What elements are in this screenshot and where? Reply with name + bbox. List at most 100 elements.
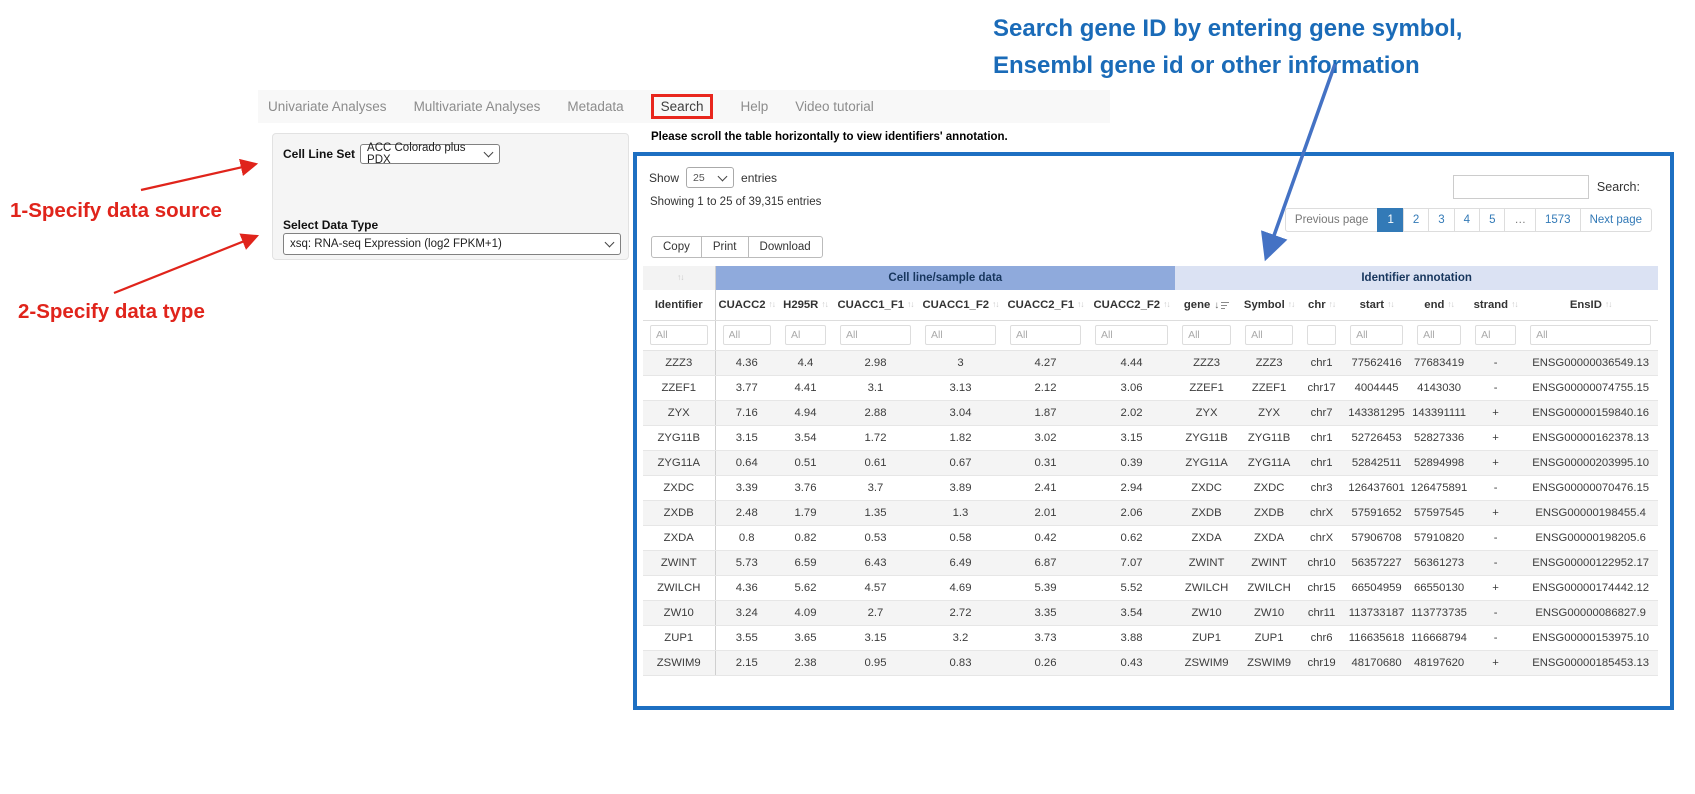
sort-icon: ↑↓ bbox=[1605, 299, 1612, 309]
column-header-identifier[interactable]: Identifier bbox=[643, 290, 715, 320]
show-label: Show bbox=[649, 171, 679, 185]
cell-cuacc2-f1: 3.35 bbox=[1003, 600, 1088, 625]
page-button-1573[interactable]: 1573 bbox=[1535, 208, 1581, 232]
column-header-cuacc2-f2[interactable]: CUACC2_F2↑↓ bbox=[1088, 290, 1175, 320]
cell-start: 57906708 bbox=[1343, 525, 1410, 550]
page-button-4[interactable]: 4 bbox=[1454, 208, 1480, 232]
cell-cuacc1-f2: 2.72 bbox=[918, 600, 1003, 625]
cell-symbol: ZYX bbox=[1238, 400, 1300, 425]
cell-identifier: ZSWIM9 bbox=[643, 650, 715, 675]
cell-cuacc1-f2: 6.49 bbox=[918, 550, 1003, 575]
cell-symbol: ZWILCH bbox=[1238, 575, 1300, 600]
cell-end: 52827336 bbox=[1410, 425, 1468, 450]
cell-cuacc2-f1: 6.87 bbox=[1003, 550, 1088, 575]
red-arrow-2 bbox=[114, 236, 257, 293]
cell-identifier: ZYG11A bbox=[643, 450, 715, 475]
page-length-control: Show 25 entries bbox=[649, 167, 777, 188]
cell-strand: + bbox=[1468, 575, 1523, 600]
filter-input-cuacc1-f1[interactable] bbox=[840, 325, 911, 345]
table-row: ZSWIM92.152.380.950.830.260.43ZSWIM9ZSWI… bbox=[643, 650, 1658, 675]
page-ellipsis[interactable]: … bbox=[1504, 208, 1536, 232]
page-button-5[interactable]: 5 bbox=[1479, 208, 1505, 232]
filter-input-chr[interactable] bbox=[1307, 325, 1336, 345]
cell-cuacc2-f1: 5.39 bbox=[1003, 575, 1088, 600]
print-button[interactable]: Print bbox=[701, 236, 749, 258]
blue-annotation-line1: Search gene ID by entering gene symbol, bbox=[993, 10, 1593, 47]
cell-cuacc2: 3.77 bbox=[715, 375, 778, 400]
nav-item-univariate-analyses[interactable]: Univariate Analyses bbox=[268, 99, 387, 114]
filter-input-start[interactable] bbox=[1350, 325, 1403, 345]
cell-cuacc2-f2: 7.07 bbox=[1088, 550, 1175, 575]
cell-chr: chr6 bbox=[1300, 625, 1343, 650]
page-button-2[interactable]: 2 bbox=[1403, 208, 1429, 232]
cell-h295r: 4.94 bbox=[778, 400, 833, 425]
cell-cuacc2: 4.36 bbox=[715, 575, 778, 600]
table-row: ZYX7.164.942.883.041.872.02ZYXZYXchr7143… bbox=[643, 400, 1658, 425]
cell-gene: ZZEF1 bbox=[1175, 375, 1238, 400]
page-button-1[interactable]: 1 bbox=[1377, 208, 1403, 232]
cell-symbol: ZW10 bbox=[1238, 600, 1300, 625]
export-button-group: CopyPrintDownload bbox=[651, 236, 823, 258]
column-header-cuacc1-f2[interactable]: CUACC1_F2↑↓ bbox=[918, 290, 1003, 320]
filter-input-cuacc2-f1[interactable] bbox=[1010, 325, 1081, 345]
cell-h295r: 5.62 bbox=[778, 575, 833, 600]
filter-input-gene[interactable] bbox=[1182, 325, 1231, 345]
next-page-button[interactable]: Next page bbox=[1580, 208, 1652, 232]
column-header-strand[interactable]: strand↑↓ bbox=[1468, 290, 1523, 320]
column-header-end[interactable]: end↑↓ bbox=[1410, 290, 1468, 320]
page-button-3[interactable]: 3 bbox=[1428, 208, 1454, 232]
nav-item-help[interactable]: Help bbox=[740, 99, 768, 114]
page-length-value: 25 bbox=[693, 172, 705, 184]
nav-item-search[interactable]: Search bbox=[651, 94, 714, 119]
nav-item-video-tutorial[interactable]: Video tutorial bbox=[795, 99, 874, 114]
cell-start: 126437601 bbox=[1343, 475, 1410, 500]
column-header-h295r[interactable]: H295R↑↓ bbox=[778, 290, 833, 320]
filter-input-strand[interactable] bbox=[1475, 325, 1516, 345]
cell-h295r: 4.41 bbox=[778, 375, 833, 400]
column-header-cuacc2[interactable]: CUACC2↑↓ bbox=[715, 290, 778, 320]
cell-ensid: ENSG00000162378.13 bbox=[1523, 425, 1658, 450]
filter-input-cuacc2[interactable] bbox=[723, 325, 772, 345]
red-arrow-1 bbox=[141, 164, 256, 190]
filter-input-identifier[interactable] bbox=[650, 325, 708, 345]
cell-h295r: 3.65 bbox=[778, 625, 833, 650]
previous-page-button[interactable]: Previous page bbox=[1285, 208, 1379, 232]
filter-input-symbol[interactable] bbox=[1245, 325, 1293, 345]
filter-cell bbox=[1410, 320, 1468, 350]
column-header-ensid[interactable]: EnsID↑↓ bbox=[1523, 290, 1658, 320]
filter-input-ensid[interactable] bbox=[1530, 325, 1651, 345]
filter-input-cuacc2-f2[interactable] bbox=[1095, 325, 1168, 345]
filter-input-end[interactable] bbox=[1417, 325, 1461, 345]
page-length-select[interactable]: 25 bbox=[686, 167, 734, 188]
search-input[interactable] bbox=[1453, 175, 1589, 199]
cell-end: 126475891 bbox=[1410, 475, 1468, 500]
cell-gene: ZYG11A bbox=[1175, 450, 1238, 475]
cell-end: 48197620 bbox=[1410, 650, 1468, 675]
sort-icon: ↑↓ bbox=[1288, 299, 1295, 309]
table-row: ZXDB2.481.791.351.32.012.06ZXDBZXDBchrX5… bbox=[643, 500, 1658, 525]
column-header-gene[interactable]: gene↓ bbox=[1175, 290, 1238, 320]
sort-icon: ↑↓ bbox=[677, 272, 684, 282]
data-type-select[interactable]: xsq: RNA-seq Expression (log2 FPKM+1) bbox=[283, 233, 621, 255]
cell-identifier: ZYX bbox=[643, 400, 715, 425]
cell-cuacc2-f2: 3.15 bbox=[1088, 425, 1175, 450]
column-header-cuacc1-f1[interactable]: CUACC1_F1↑↓ bbox=[833, 290, 918, 320]
column-header-cuacc2-f1[interactable]: CUACC2_F1↑↓ bbox=[1003, 290, 1088, 320]
sort-icon: ↑↓ bbox=[907, 299, 914, 309]
cell-line-set-select[interactable]: ACC Colorado plus PDX bbox=[360, 144, 500, 164]
nav-item-multivariate-analyses[interactable]: Multivariate Analyses bbox=[414, 99, 541, 114]
nav-item-metadata[interactable]: Metadata bbox=[567, 99, 623, 114]
column-header-start[interactable]: start↑↓ bbox=[1343, 290, 1410, 320]
column-header-chr[interactable]: chr↑↓ bbox=[1300, 290, 1343, 320]
cell-end: 4143030 bbox=[1410, 375, 1468, 400]
filter-input-h295r[interactable] bbox=[785, 325, 826, 345]
filter-input-cuacc1-f2[interactable] bbox=[925, 325, 996, 345]
filter-cell bbox=[1003, 320, 1088, 350]
column-header-symbol[interactable]: Symbol↑↓ bbox=[1238, 290, 1300, 320]
download-button[interactable]: Download bbox=[748, 236, 823, 258]
cell-ensid: ENSG00000174442.12 bbox=[1523, 575, 1658, 600]
copy-button[interactable]: Copy bbox=[651, 236, 702, 258]
cell-cuacc2: 5.73 bbox=[715, 550, 778, 575]
cell-cuacc2-f1: 2.41 bbox=[1003, 475, 1088, 500]
cell-line-set-value: ACC Colorado plus PDX bbox=[367, 142, 477, 166]
